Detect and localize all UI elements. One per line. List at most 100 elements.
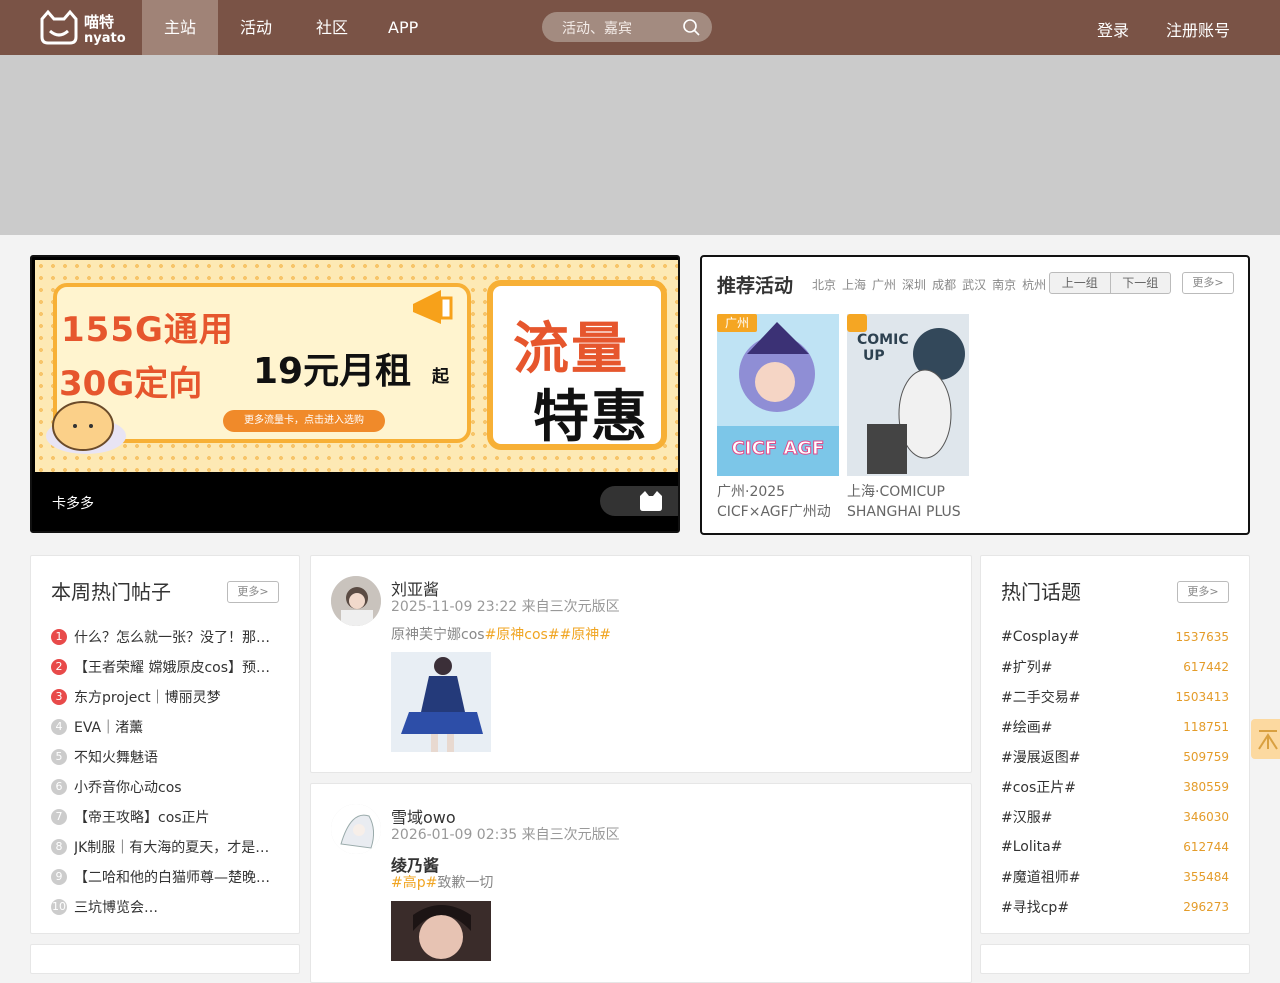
topic-name[interactable]: #绘画# — [1001, 717, 1052, 737]
svg-text:COMIC: COMIC — [857, 332, 909, 348]
post-meta: 2026-01-09 02:35 来自三次元版区 — [391, 827, 620, 843]
topic-row[interactable]: #Cosplay# 1537635 — [1001, 622, 1229, 652]
topic-row[interactable]: #cos正片# 380559 — [1001, 772, 1229, 802]
topic-name[interactable]: #漫展返图# — [1001, 747, 1080, 767]
search-icon[interactable] — [682, 18, 700, 36]
topic-row[interactable]: #Lolita# 612744 — [1001, 832, 1229, 862]
hot-post-title[interactable]: 东方project｜博丽灵梦 — [74, 687, 221, 707]
topic-row[interactable]: #魔道祖师# 355484 — [1001, 862, 1229, 892]
group-pager: 上一组 下一组 — [1049, 272, 1171, 294]
recommended-events-panel: 推荐活动 北京 上海 广州 深圳 成都 武汉 南京 杭州 上一组 下一组 更多>… — [700, 255, 1250, 535]
rank-badge: 10 — [51, 899, 67, 915]
recommended-more-button[interactable]: 更多> — [1182, 272, 1234, 294]
post-tags[interactable]: #原神cos##原神# — [485, 627, 611, 643]
nav-events[interactable]: 活动 — [218, 0, 294, 55]
search-input[interactable]: 活动、嘉宾 — [542, 12, 712, 42]
city-chengdu[interactable]: 成都 — [932, 276, 956, 293]
hot-post-title[interactable]: 【帝王攻略】cos正片 — [74, 807, 210, 827]
hot-post-title[interactable]: 【二哈和他的白猫师尊—楚晚… — [74, 867, 270, 887]
topic-row[interactable]: #扩列# 617442 — [1001, 652, 1229, 682]
hot-post-item[interactable]: 10 三坑博览会… — [51, 892, 283, 922]
post-image[interactable] — [391, 901, 491, 961]
post-image[interactable] — [391, 652, 491, 752]
event-name[interactable]: 上海·COMICUP SHANGHAI PLUS — [847, 482, 987, 522]
city-beijing[interactable]: 北京 — [812, 276, 836, 293]
hot-post-title[interactable]: 【王者荣耀 嫦娥原皮cos】预… — [74, 657, 270, 677]
topic-row[interactable]: #寻找cp# 296273 — [1001, 892, 1229, 922]
event-name[interactable]: 广州·2025 CICF×AGF广州动 — [717, 482, 857, 522]
hot-post-item[interactable]: 3 东方project｜博丽灵梦 — [51, 682, 283, 712]
hot-post-title[interactable]: 什么？怎么就一张？没了！那… — [74, 627, 270, 647]
hot-post-item[interactable]: 1 什么？怎么就一张？没了！那… — [51, 622, 283, 652]
hot-post-item[interactable]: 7 【帝王攻略】cos正片 — [51, 802, 283, 832]
topic-count: 509759 — [1183, 750, 1229, 764]
back-to-top-button[interactable] — [1251, 719, 1280, 759]
hot-posts-more-button[interactable]: 更多> — [227, 581, 279, 603]
topic-row[interactable]: #二手交易# 1503413 — [1001, 682, 1229, 712]
promo-banner[interactable]: 155G通用 30G定向 19元月租 起 更多流量卡，点击进入选购 流量 特惠 … — [30, 255, 680, 533]
svg-text:UP: UP — [863, 348, 885, 364]
post-content[interactable]: 原神芙宁娜cos#原神cos##原神# — [391, 624, 611, 644]
register-link[interactable]: 注册账号 — [1166, 17, 1230, 41]
hot-post-item[interactable]: 2 【王者荣耀 嫦娥原皮cos】预… — [51, 652, 283, 682]
avatar[interactable] — [331, 804, 381, 854]
topic-name[interactable]: #魔道祖师# — [1001, 867, 1080, 887]
topic-count: 355484 — [1183, 870, 1229, 884]
hot-post-title[interactable]: JK制服｜有大海的夏天，才是… — [74, 837, 269, 857]
post-text: 致歉一切 — [437, 875, 494, 891]
nav-app[interactable]: APP — [370, 0, 436, 55]
city-hangzhou[interactable]: 杭州 — [1022, 276, 1046, 293]
topic-count: 1537635 — [1175, 630, 1229, 644]
nyato-logo[interactable]: 喵特 nyato — [38, 9, 128, 47]
hot-post-item[interactable]: 4 EVA｜渚薰 — [51, 712, 283, 742]
city-guangzhou[interactable]: 广州 — [872, 276, 896, 293]
post-content[interactable]: #高p#致歉一切 — [391, 872, 493, 892]
topic-name[interactable]: #汉服# — [1001, 807, 1052, 827]
topic-name[interactable]: #Cosplay# — [1001, 629, 1080, 645]
topic-name[interactable]: #二手交易# — [1001, 687, 1080, 707]
prev-group-button[interactable]: 上一组 — [1050, 273, 1110, 293]
hot-post-title[interactable]: 不知火舞魅语 — [74, 747, 158, 767]
recommended-title: 推荐活动 — [717, 275, 794, 297]
topic-row[interactable]: #绘画# 118751 — [1001, 712, 1229, 742]
avatar[interactable] — [331, 576, 381, 626]
left-next-card — [30, 944, 300, 974]
next-group-button[interactable]: 下一组 — [1109, 273, 1171, 293]
promo-right-panel: 流量 特惠 — [487, 280, 667, 450]
hot-post-item[interactable]: 9 【二哈和他的白猫师尊—楚晚… — [51, 862, 283, 892]
login-link[interactable]: 登录 — [1097, 17, 1129, 41]
hot-post-title[interactable]: 小乔音你心动cos — [74, 777, 182, 797]
hot-post-item[interactable]: 5 不知火舞魅语 — [51, 742, 283, 772]
back-to-top-icon — [1258, 730, 1278, 750]
feed-post[interactable]: 刘亚酱 2025-11-09 23:22 来自三次元版区 原神芙宁娜cos#原神… — [310, 555, 972, 773]
hot-topics-more-button[interactable]: 更多> — [1177, 581, 1229, 603]
topic-name[interactable]: #寻找cp# — [1001, 897, 1069, 917]
hot-post-item[interactable]: 6 小乔音你心动cos — [51, 772, 283, 802]
topic-row[interactable]: #汉服# 346030 — [1001, 802, 1229, 832]
promo-price-suffix: 起 — [432, 367, 449, 387]
topic-name[interactable]: #扩列# — [1001, 657, 1052, 677]
rank-badge: 7 — [51, 809, 67, 825]
event-poster[interactable]: COMIC UP — [847, 314, 969, 476]
hot-post-item[interactable]: 8 JK制服｜有大海的夏天，才是… — [51, 832, 283, 862]
hot-post-title[interactable]: EVA｜渚薰 — [74, 717, 143, 737]
nav-main[interactable]: 主站 — [142, 0, 219, 55]
hot-posts-title: 本周热门帖子 — [51, 580, 171, 604]
svg-text:CICF AGF: CICF AGF — [732, 438, 825, 459]
city-wuhan[interactable]: 武汉 — [962, 276, 986, 293]
topic-count: 118751 — [1183, 720, 1229, 734]
feed-post[interactable]: 雪域owo 2026-01-09 02:35 来自三次元版区 绫乃酱 #高p#致… — [310, 783, 972, 983]
topic-name[interactable]: #cos正片# — [1001, 777, 1076, 797]
city-shenzhen[interactable]: 深圳 — [902, 276, 926, 293]
nav-community[interactable]: 社区 — [294, 0, 370, 55]
city-shanghai[interactable]: 上海 — [842, 276, 866, 293]
event-poster[interactable]: CICF AGF — [717, 314, 839, 476]
topic-name[interactable]: #Lolita# — [1001, 839, 1062, 855]
hot-post-title[interactable]: 三坑博览会… — [74, 897, 158, 917]
cat-mascot-icon — [46, 401, 126, 454]
city-nanjing[interactable]: 南京 — [992, 276, 1016, 293]
svg-text:喵特: 喵特 — [84, 13, 114, 31]
topic-row[interactable]: #漫展返图# 509759 — [1001, 742, 1229, 772]
post-tags[interactable]: #高p# — [391, 875, 437, 891]
promo-toggle[interactable] — [600, 486, 678, 516]
